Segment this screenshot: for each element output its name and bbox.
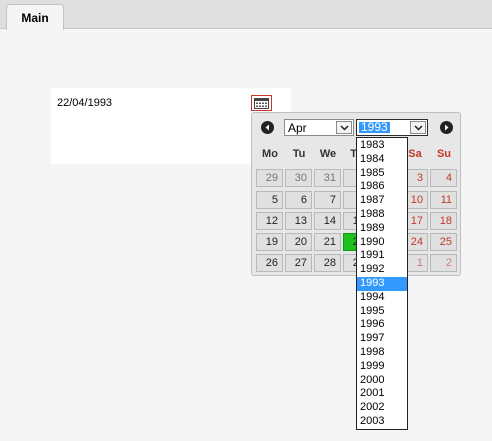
year-option[interactable]: 1994 — [357, 291, 407, 305]
weekday-header: Tu — [292, 148, 306, 160]
year-option[interactable]: 2003 — [357, 415, 407, 429]
calendar-button[interactable] — [251, 95, 272, 111]
tab-bar: Main — [0, 0, 492, 30]
year-option[interactable]: 1987 — [357, 194, 407, 208]
year-option[interactable]: 1988 — [357, 208, 407, 222]
weekday-header: We — [319, 148, 337, 160]
day-cell[interactable]: 18 — [430, 212, 457, 230]
year-select-value: 1993 — [359, 120, 390, 134]
year-option[interactable]: 1991 — [357, 249, 407, 263]
day-cell[interactable]: 7 — [314, 191, 341, 209]
page: Main 22/04/1993 Apr 1993 Mo Tu We Sa Su … — [0, 0, 492, 441]
year-option[interactable]: 1989 — [357, 222, 407, 236]
day-cell[interactable]: 5 — [256, 191, 283, 209]
date-value: 22/04/1993 — [57, 97, 113, 109]
year-option[interactable]: 1983 — [357, 139, 407, 153]
triangle-right-icon — [445, 124, 449, 131]
next-month-button[interactable] — [440, 121, 453, 134]
day-cell[interactable]: 20 — [285, 233, 312, 251]
day-cell[interactable]: 21 — [314, 233, 341, 251]
year-option[interactable]: 1999 — [357, 360, 407, 374]
weekday-header: Su — [436, 148, 452, 160]
day-cell[interactable]: 28 — [314, 254, 341, 272]
day-cell[interactable]: 25 — [430, 233, 457, 251]
year-dropdown-list: 1983 1984 1985 1986 1987 1988 1989 1990 1991 1992… — [356, 137, 408, 430]
chevron-down-icon — [336, 121, 352, 134]
day-cell[interactable]: 14 — [314, 212, 341, 230]
day-cell[interactable]: 6 — [285, 191, 312, 209]
year-option[interactable]: 1992 — [357, 263, 407, 277]
day-cell[interactable]: 2 — [430, 254, 457, 272]
year-option[interactable]: 1995 — [357, 305, 407, 319]
month-select-value: Apr — [288, 121, 307, 135]
prev-month-button[interactable] — [261, 121, 274, 134]
day-cell[interactable]: 29 — [256, 169, 283, 187]
year-option[interactable]: 2002 — [357, 401, 407, 415]
year-option[interactable]: 2001 — [357, 387, 407, 401]
day-cell[interactable]: 13 — [285, 212, 312, 230]
year-option[interactable]: 1986 — [357, 180, 407, 194]
day-cell[interactable]: 11 — [430, 191, 457, 209]
year-option[interactable]: 2000 — [357, 374, 407, 388]
year-option[interactable]: 1996 — [357, 318, 407, 332]
day-cell[interactable]: 26 — [256, 254, 283, 272]
year-option[interactable]: 1997 — [357, 332, 407, 346]
calendar-icon — [254, 97, 269, 109]
month-select[interactable]: Apr — [284, 119, 354, 136]
chevron-down-icon — [410, 121, 426, 134]
tab-main[interactable]: Main — [6, 4, 64, 30]
year-option[interactable]: 1998 — [357, 346, 407, 360]
year-option[interactable]: 1993 — [357, 276, 407, 291]
triangle-left-icon — [265, 124, 269, 131]
day-cell[interactable]: 4 — [430, 169, 457, 187]
day-cell[interactable]: 30 — [285, 169, 312, 187]
day-cell[interactable]: 27 — [285, 254, 312, 272]
weekday-header: Mo — [262, 148, 278, 160]
tab-main-label: Main — [21, 10, 49, 25]
year-option[interactable]: 1990 — [357, 236, 407, 250]
day-cell[interactable]: 31 — [314, 169, 341, 187]
year-option[interactable]: 1985 — [357, 167, 407, 181]
year-option[interactable]: 1984 — [357, 153, 407, 167]
day-cell[interactable]: 12 — [256, 212, 283, 230]
day-cell[interactable]: 19 — [256, 233, 283, 251]
year-select[interactable]: 1993 — [356, 119, 428, 136]
